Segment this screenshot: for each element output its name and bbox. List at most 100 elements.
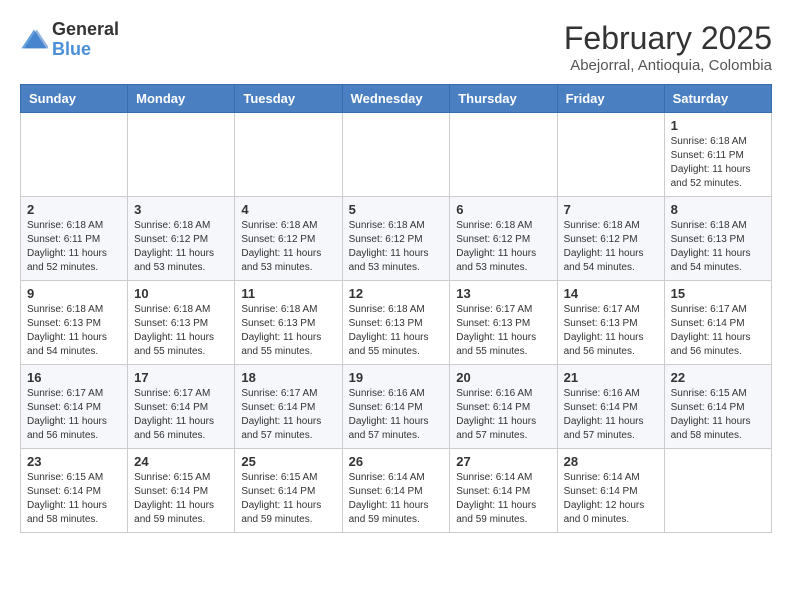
day-number: 18 — [241, 370, 335, 385]
calendar-cell — [557, 113, 664, 197]
weekday-header: Wednesday — [342, 85, 450, 113]
calendar-cell: 20 Sunrise: 6:16 AM Sunset: 6:14 PM Dayli… — [450, 365, 557, 449]
day-info: Sunrise: 6:18 AM Sunset: 6:13 PM Dayligh… — [241, 303, 335, 359]
day-number: 14 — [564, 286, 658, 301]
day-number: 12 — [349, 286, 444, 301]
calendar-week-row: 9Sunrise: 6:18 AM Sunset: 6:13 PM Daylig… — [21, 281, 772, 365]
day-info: Sunrise: 6:17 AM Sunset: 6:14 PM Dayligh… — [671, 303, 765, 359]
day-number: 2 — [27, 202, 121, 217]
day-info: Sunrise: 6:14 AM Sunset: 6:14 PM Dayligh… — [456, 471, 550, 527]
calendar-cell: 22 Sunrise: 6:15 AM Sunset: 6:14 PM Dayli… — [664, 365, 771, 449]
weekday-header: Saturday — [664, 85, 771, 113]
day-number: 26 — [349, 454, 444, 469]
weekday-header: Sunday — [21, 85, 128, 113]
calendar-cell: 24 Sunrise: 6:15 AM Sunset: 6:14 PM Dayli… — [128, 449, 235, 533]
calendar-cell — [342, 113, 450, 197]
calendar-cell: 7 Sunrise: 6:18 AM Sunset: 6:12 PM Daylig… — [557, 197, 664, 281]
calendar-cell: 17 Sunrise: 6:17 AM Sunset: 6:14 PM Dayli… — [128, 365, 235, 449]
calendar-cell — [450, 113, 557, 197]
calendar-cell: 6Sunrise: 6:18 AM Sunset: 6:12 PM Daylig… — [450, 197, 557, 281]
day-number: 16 — [27, 370, 121, 385]
day-info: Sunrise: 6:15 AM Sunset: 6:14 PM Dayligh… — [671, 387, 765, 443]
day-info: Sunrise: 6:18 AM Sunset: 6:13 PM Dayligh… — [27, 303, 121, 359]
calendar-cell: 26 Sunrise: 6:14 AM Sunset: 6:14 PM Dayli… — [342, 449, 450, 533]
day-info: Sunrise: 6:16 AM Sunset: 6:14 PM Dayligh… — [456, 387, 550, 443]
calendar-cell: 23 Sunrise: 6:15 AM Sunset: 6:14 PM Dayli… — [21, 449, 128, 533]
calendar-cell — [235, 113, 342, 197]
day-info: Sunrise: 6:16 AM Sunset: 6:14 PM Dayligh… — [564, 387, 658, 443]
month-year: February 2025 — [564, 20, 772, 57]
calendar-cell: 19 Sunrise: 6:16 AM Sunset: 6:14 PM Dayli… — [342, 365, 450, 449]
day-info: Sunrise: 6:17 AM Sunset: 6:14 PM Dayligh… — [27, 387, 121, 443]
day-info: Sunrise: 6:15 AM Sunset: 6:14 PM Dayligh… — [27, 471, 121, 527]
day-info: Sunrise: 6:18 AM Sunset: 6:12 PM Dayligh… — [241, 219, 335, 275]
weekday-header: Monday — [128, 85, 235, 113]
calendar-cell: 27 Sunrise: 6:14 AM Sunset: 6:14 PM Dayli… — [450, 449, 557, 533]
day-number: 8 — [671, 202, 765, 217]
day-info: Sunrise: 6:18 AM Sunset: 6:12 PM Dayligh… — [134, 219, 228, 275]
calendar-cell: 21 Sunrise: 6:16 AM Sunset: 6:14 PM Dayli… — [557, 365, 664, 449]
calendar-cell: 16 Sunrise: 6:17 AM Sunset: 6:14 PM Dayli… — [21, 365, 128, 449]
day-info: Sunrise: 6:17 AM Sunset: 6:14 PM Dayligh… — [241, 387, 335, 443]
day-number: 4 — [241, 202, 335, 217]
day-number: 27 — [456, 454, 550, 469]
day-number: 25 — [241, 454, 335, 469]
calendar-cell — [664, 449, 771, 533]
day-number: 23 — [27, 454, 121, 469]
calendar-week-row: 1 Sunrise: 6:18 AM Sunset: 6:11 PM Daylig… — [21, 113, 772, 197]
calendar-cell — [128, 113, 235, 197]
day-number: 1 — [671, 118, 765, 133]
calendar-cell: 2 Sunrise: 6:18 AM Sunset: 6:11 PM Daylig… — [21, 197, 128, 281]
calendar-cell: 5Sunrise: 6:18 AM Sunset: 6:12 PM Daylig… — [342, 197, 450, 281]
day-info: Sunrise: 6:16 AM Sunset: 6:14 PM Dayligh… — [349, 387, 444, 443]
day-info: Sunrise: 6:18 AM Sunset: 6:12 PM Dayligh… — [564, 219, 658, 275]
day-number: 21 — [564, 370, 658, 385]
day-number: 22 — [671, 370, 765, 385]
logo-text: General Blue — [52, 20, 119, 60]
day-info: Sunrise: 6:18 AM Sunset: 6:13 PM Dayligh… — [134, 303, 228, 359]
logo: General Blue — [20, 20, 119, 60]
calendar-cell: 4 Sunrise: 6:18 AM Sunset: 6:12 PM Daylig… — [235, 197, 342, 281]
day-number: 20 — [456, 370, 550, 385]
calendar-cell: 28Sunrise: 6:14 AM Sunset: 6:14 PM Dayli… — [557, 449, 664, 533]
day-number: 17 — [134, 370, 228, 385]
calendar-table: SundayMondayTuesdayWednesdayThursdayFrid… — [20, 84, 772, 533]
day-info: Sunrise: 6:18 AM Sunset: 6:13 PM Dayligh… — [349, 303, 444, 359]
day-info: Sunrise: 6:18 AM Sunset: 6:11 PM Dayligh… — [671, 135, 765, 191]
day-info: Sunrise: 6:18 AM Sunset: 6:13 PM Dayligh… — [671, 219, 765, 275]
calendar-cell: 3 Sunrise: 6:18 AM Sunset: 6:12 PM Daylig… — [128, 197, 235, 281]
day-number: 5 — [349, 202, 444, 217]
weekday-header: Thursday — [450, 85, 557, 113]
calendar-cell: 10 Sunrise: 6:18 AM Sunset: 6:13 PM Dayli… — [128, 281, 235, 365]
calendar-cell: 9Sunrise: 6:18 AM Sunset: 6:13 PM Daylig… — [21, 281, 128, 365]
calendar-cell: 8 Sunrise: 6:18 AM Sunset: 6:13 PM Daylig… — [664, 197, 771, 281]
day-info: Sunrise: 6:15 AM Sunset: 6:14 PM Dayligh… — [134, 471, 228, 527]
day-number: 3 — [134, 202, 228, 217]
day-number: 6 — [456, 202, 550, 217]
day-info: Sunrise: 6:14 AM Sunset: 6:14 PM Dayligh… — [349, 471, 444, 527]
calendar-cell — [21, 113, 128, 197]
day-info: Sunrise: 6:17 AM Sunset: 6:14 PM Dayligh… — [134, 387, 228, 443]
calendar-cell: 14Sunrise: 6:17 AM Sunset: 6:13 PM Dayli… — [557, 281, 664, 365]
day-info: Sunrise: 6:18 AM Sunset: 6:11 PM Dayligh… — [27, 219, 121, 275]
day-number: 19 — [349, 370, 444, 385]
calendar-cell: 18 Sunrise: 6:17 AM Sunset: 6:14 PM Dayli… — [235, 365, 342, 449]
day-number: 7 — [564, 202, 658, 217]
day-number: 10 — [134, 286, 228, 301]
weekday-header: Friday — [557, 85, 664, 113]
calendar-week-row: 2 Sunrise: 6:18 AM Sunset: 6:11 PM Daylig… — [21, 197, 772, 281]
day-number: 24 — [134, 454, 228, 469]
calendar-cell: 1 Sunrise: 6:18 AM Sunset: 6:11 PM Daylig… — [664, 113, 771, 197]
calendar-week-row: 23 Sunrise: 6:15 AM Sunset: 6:14 PM Dayli… — [21, 449, 772, 533]
logo-general: General — [52, 19, 119, 39]
logo-blue: Blue — [52, 39, 91, 59]
day-info: Sunrise: 6:17 AM Sunset: 6:13 PM Dayligh… — [456, 303, 550, 359]
calendar-week-row: 16 Sunrise: 6:17 AM Sunset: 6:14 PM Dayli… — [21, 365, 772, 449]
logo-icon — [20, 26, 48, 54]
day-number: 28 — [564, 454, 658, 469]
location: Abejorral, Antioquia, Colombia — [564, 57, 772, 74]
page-header: General Blue February 2025 Abejorral, An… — [20, 20, 772, 74]
day-number: 15 — [671, 286, 765, 301]
day-info: Sunrise: 6:15 AM Sunset: 6:14 PM Dayligh… — [241, 471, 335, 527]
weekday-header-row: SundayMondayTuesdayWednesdayThursdayFrid… — [21, 85, 772, 113]
